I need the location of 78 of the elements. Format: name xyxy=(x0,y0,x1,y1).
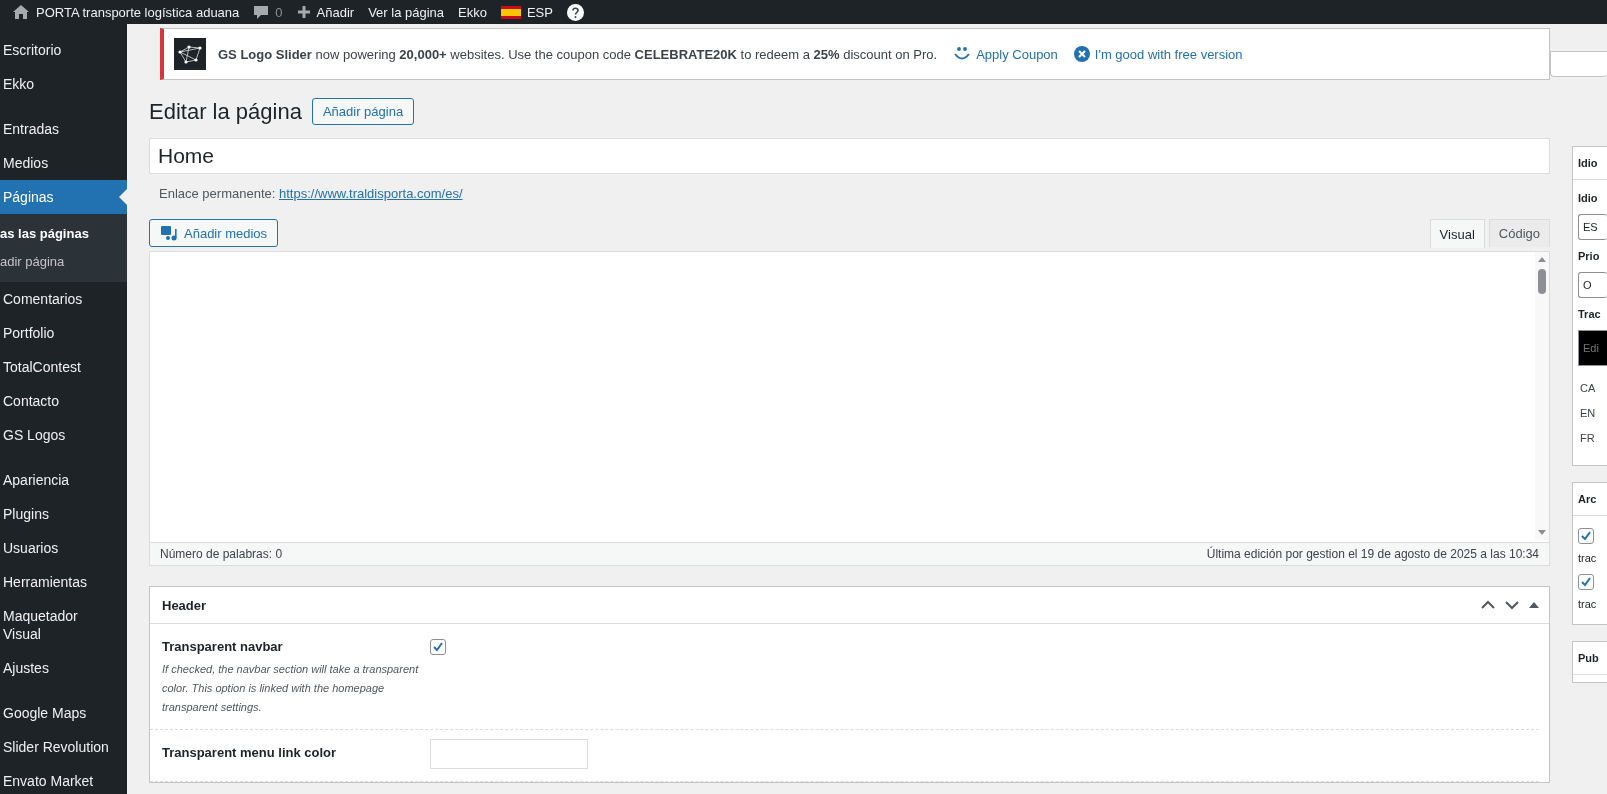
sidebar-item[interactable]: Comentarios xyxy=(0,282,127,316)
sidebar-item[interactable]: Google Maps xyxy=(0,696,127,730)
field-label: Prio xyxy=(1578,250,1601,262)
theme-link[interactable]: Ekko xyxy=(458,4,487,20)
home-icon xyxy=(12,4,30,20)
sidebar-item[interactable]: Maquetador Visual xyxy=(0,599,127,651)
sidebar-item[interactable]: Usuarios xyxy=(0,531,127,565)
sidebar-item[interactable]: Páginas xyxy=(0,180,127,214)
language-code: CA xyxy=(1580,381,1597,396)
editor-tab[interactable]: Código xyxy=(1488,219,1550,247)
comment-icon xyxy=(253,4,270,20)
field-description: If checked, the navbar section will take a transparent color. This option is linked with the homepage transparent settings. xyxy=(162,662,420,715)
chevron-up-icon[interactable] xyxy=(1481,600,1495,610)
permalink-link[interactable]: https://www.traldisporta.com/es/ xyxy=(279,186,463,201)
option-label: trac xyxy=(1578,598,1598,610)
check-icon xyxy=(1580,576,1592,588)
panel-title: Arc xyxy=(1573,483,1607,516)
site-name-link[interactable]: PORTA transporte logística aduana xyxy=(12,4,240,20)
sidebar-item[interactable]: Entradas xyxy=(0,112,127,146)
apply-coupon-link[interactable]: Apply Coupon xyxy=(953,46,1058,62)
editor-tab[interactable]: Visual xyxy=(1429,219,1485,248)
comment-count: 0 xyxy=(275,4,283,20)
sidebar-item[interactable]: Herramientas xyxy=(0,565,127,599)
sidebar-item[interactable]: Contacto xyxy=(0,384,127,418)
sidebar-item[interactable]: Envato Market xyxy=(0,764,127,794)
panel-title: Pub xyxy=(1573,642,1607,675)
plus-icon xyxy=(296,5,311,19)
new-link[interactable]: Añadir xyxy=(296,4,355,20)
chevron-down-icon[interactable] xyxy=(1505,600,1519,610)
checkbox[interactable] xyxy=(1578,574,1594,590)
language-select[interactable]: ES xyxy=(1578,214,1607,240)
page-title: Editar la página xyxy=(149,98,302,125)
sidebar-item[interactable]: GS Logos xyxy=(0,418,127,452)
checkbox[interactable] xyxy=(430,639,446,655)
checkbox[interactable] xyxy=(1578,528,1594,544)
submenu-item[interactable]: adir página xyxy=(0,248,127,276)
option-label: trac xyxy=(1578,552,1598,564)
sidebar-item[interactable]: Apariencia xyxy=(0,463,127,497)
flag-icon xyxy=(500,5,521,19)
dismiss-link[interactable]: I'm good with free version xyxy=(1073,46,1243,62)
panel-title: Header xyxy=(162,597,207,613)
notice-text: GS Logo Slider now powering 20,000+ websites. Use the coupon code CELEBRATE20K to redeem a 25% discount on Pro. xyxy=(218,46,938,62)
sidebar-item[interactable]: Medios xyxy=(0,146,127,180)
triangle-up-icon[interactable] xyxy=(1529,601,1539,609)
smile-icon xyxy=(953,46,972,62)
language-switcher[interactable]: ESP xyxy=(500,4,553,20)
color-field[interactable] xyxy=(430,739,588,769)
sidebar-item[interactable]: Plugins xyxy=(0,497,127,531)
comments-link[interactable]: 0 xyxy=(253,4,283,20)
add-media-button[interactable]: Añadir medios xyxy=(149,219,279,247)
last-edit-info: Última edición por gestion el 19 de agosto de 2025 a las 10:34 xyxy=(1206,547,1539,561)
check-icon xyxy=(1580,530,1592,542)
field-label: Idio xyxy=(1578,192,1599,204)
close-icon xyxy=(1073,46,1090,62)
title-field[interactable]: Home xyxy=(149,138,1550,174)
translation-field[interactable]: Edi xyxy=(1578,330,1607,366)
panel-title: Idio xyxy=(1573,147,1607,180)
sidebar-item[interactable]: Slider Revolution xyxy=(0,730,127,764)
sidebar-item[interactable]: Ajustes xyxy=(0,651,127,685)
field-label: Transparent navbar xyxy=(162,639,284,654)
field-label: Trac xyxy=(1578,308,1602,320)
language-code: FR xyxy=(1580,431,1596,446)
help-icon[interactable] xyxy=(566,3,584,21)
sidebar-item[interactable]: TotalContest xyxy=(0,350,127,384)
permalink-label: Enlace permanente: xyxy=(159,186,276,201)
language-code: EN xyxy=(1580,406,1597,421)
word-count: Número de palabras: 0 xyxy=(160,547,283,561)
check-icon xyxy=(432,641,444,653)
sidebar-item[interactable]: Portfolio xyxy=(0,316,127,350)
network-logo-icon xyxy=(174,38,206,70)
submenu-item[interactable]: as las páginas xyxy=(0,220,127,248)
priority-select[interactable]: O xyxy=(1578,272,1607,298)
media-icon xyxy=(160,225,178,241)
field-label: Transparent menu link color xyxy=(162,745,338,760)
sidebar-item[interactable]: Escritorio xyxy=(0,33,127,67)
view-page-link[interactable]: Ver la página xyxy=(368,4,445,20)
sidebar-item[interactable]: Ekko xyxy=(0,67,127,101)
add-page-button[interactable]: Añadir página xyxy=(311,98,415,125)
